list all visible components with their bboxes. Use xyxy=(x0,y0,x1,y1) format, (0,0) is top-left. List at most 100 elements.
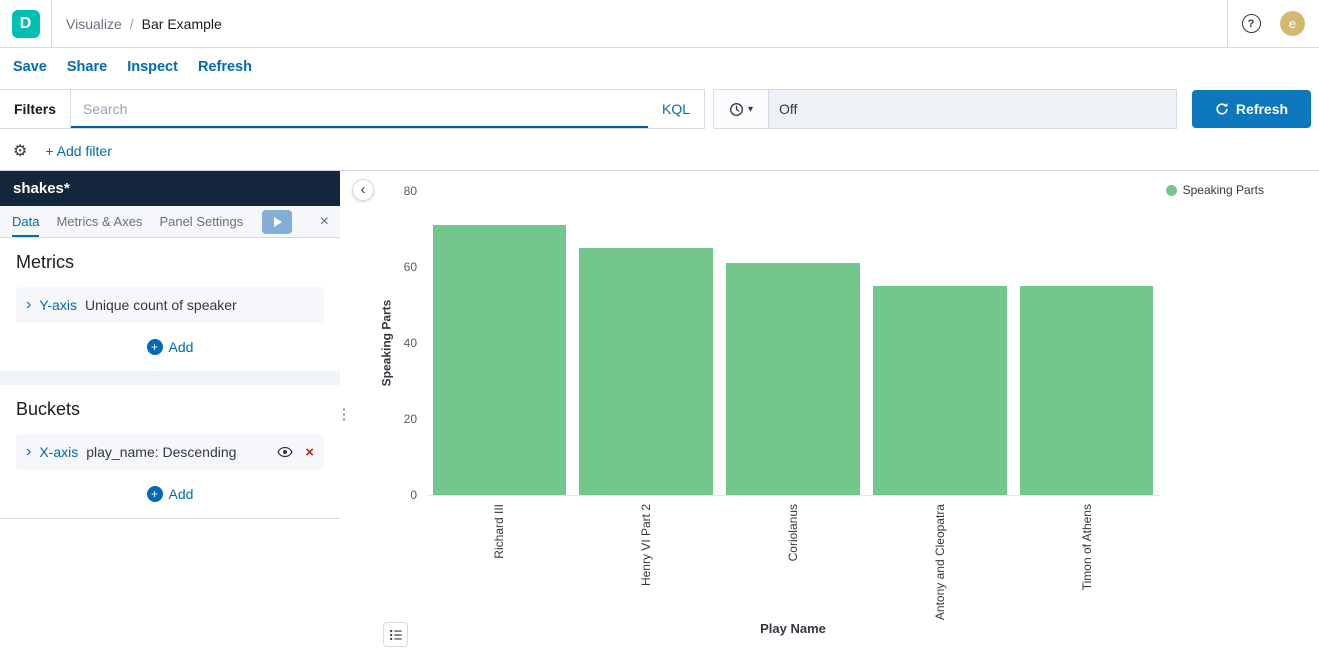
tab-metrics-axes[interactable]: Metrics & Axes xyxy=(56,206,142,237)
clock-icon xyxy=(729,102,744,117)
app-logo-icon: D xyxy=(12,10,40,38)
app-logo-button[interactable]: D xyxy=(0,0,52,47)
add-bucket-label: Add xyxy=(169,486,194,502)
chevron-right-icon: › xyxy=(26,444,31,460)
save-button[interactable]: Save xyxy=(13,59,47,75)
bars xyxy=(426,191,1160,495)
top-header: D Visualize / Bar Example ? e xyxy=(0,0,1319,48)
y-tick-label: 60 xyxy=(404,260,417,274)
plus-circle-icon: + xyxy=(147,486,163,502)
bucket-axis-label: X-axis xyxy=(39,444,78,460)
remove-bucket-icon[interactable]: × xyxy=(305,445,314,460)
app: D Visualize / Bar Example ? e Save Share… xyxy=(0,0,1319,656)
section-gap xyxy=(0,371,340,385)
legend-item-speaking-parts[interactable]: Speaking Parts xyxy=(1166,183,1264,197)
filters-menu-button[interactable]: Filters xyxy=(0,90,71,128)
refresh-button[interactable]: Refresh xyxy=(1192,90,1311,128)
bar-coriolanus[interactable] xyxy=(726,263,860,495)
action-bar: Save Share Inspect Refresh xyxy=(0,48,1319,86)
y-tick-label: 0 xyxy=(410,488,417,502)
refresh-button-label: Refresh xyxy=(1236,101,1288,117)
legend-toggle-button[interactable] xyxy=(383,622,408,647)
breadcrumb-visualize[interactable]: Visualize xyxy=(66,16,122,32)
y-tick-label: 20 xyxy=(404,412,417,426)
x-label-slot: Antony and Cleopatra xyxy=(866,504,1013,620)
index-pattern-header: shakes* xyxy=(0,171,340,206)
bar-antony-and-cleopatra[interactable] xyxy=(873,286,1007,495)
x-axis-labels: Richard III Henry VI Part 2 Coriolanus Anto… xyxy=(426,504,1160,620)
inspect-button[interactable]: Inspect xyxy=(127,59,178,75)
metrics-section: Metrics › Y-axis Unique count of speaker… xyxy=(0,238,340,371)
apply-changes-button[interactable] xyxy=(262,210,292,234)
x-tick-label[interactable]: Henry VI Part 2 xyxy=(639,504,653,586)
plot-area: Speaking Parts 020406080 Richard IIIHenr… xyxy=(426,191,1160,496)
bar-richard-iii[interactable] xyxy=(433,225,567,495)
bar-slot xyxy=(866,191,1013,495)
help-button[interactable]: ? xyxy=(1228,0,1274,47)
metric-description: Unique count of speaker xyxy=(85,297,237,313)
legend-dot xyxy=(1166,185,1177,196)
auto-refresh-field[interactable]: Off xyxy=(769,89,1177,129)
filter-settings-button[interactable]: ⚙ xyxy=(13,141,27,161)
collapse-sidebar-button[interactable]: ‹ xyxy=(352,179,374,201)
bucket-x-axis-row[interactable]: › X-axis play_name: Descending × xyxy=(16,434,324,470)
add-filter-button[interactable]: + Add filter xyxy=(45,143,112,159)
play-icon xyxy=(274,217,282,227)
bucket-row-actions: × xyxy=(277,444,314,460)
bar-slot xyxy=(573,191,720,495)
date-picker: ▾ Off xyxy=(713,89,1177,129)
tab-panel-settings[interactable]: Panel Settings xyxy=(159,206,243,237)
sidebar-resize-handle[interactable]: ⋮ xyxy=(340,171,348,656)
add-bucket-button[interactable]: + Add xyxy=(16,486,324,502)
legend-label: Speaking Parts xyxy=(1183,183,1264,197)
refresh-icon xyxy=(1215,102,1229,116)
bar-slot xyxy=(426,191,573,495)
sidebar-panels: Metrics › Y-axis Unique count of speaker… xyxy=(0,238,340,656)
y-tick-label: 80 xyxy=(404,184,417,198)
share-button[interactable]: Share xyxy=(67,59,107,75)
collapse-left-icon: ‹ xyxy=(361,182,366,197)
x-tick-label[interactable]: Coriolanus xyxy=(786,504,800,561)
y-tick-label: 40 xyxy=(404,336,417,350)
x-tick-label[interactable]: Timon of Athens xyxy=(1080,504,1094,590)
add-metric-label: Add xyxy=(169,339,194,355)
filter-row: ⚙ + Add filter xyxy=(0,132,1319,171)
x-tick-label[interactable]: Richard III xyxy=(492,504,506,559)
metrics-title: Metrics xyxy=(16,252,324,273)
x-label-slot: Coriolanus xyxy=(720,504,867,620)
refresh-link[interactable]: Refresh xyxy=(198,59,252,75)
metric-y-axis-row[interactable]: › Y-axis Unique count of speaker xyxy=(16,287,324,323)
x-axis-title: Play Name xyxy=(426,621,1160,636)
bar-timon-of-athens[interactable] xyxy=(1020,286,1154,495)
bar-slot xyxy=(1013,191,1160,495)
sidebar-tabs: Data Metrics & Axes Panel Settings × xyxy=(0,206,340,238)
buckets-section: Buckets › X-axis play_name: Descending × xyxy=(0,385,340,519)
breadcrumb: Visualize / Bar Example xyxy=(66,16,222,32)
plus-circle-icon: + xyxy=(147,339,163,355)
x-label-slot: Timon of Athens xyxy=(1013,504,1160,620)
gear-icon: ⚙ xyxy=(13,141,27,161)
close-icon[interactable]: × xyxy=(320,214,329,230)
eye-icon[interactable] xyxy=(277,444,293,460)
avatar[interactable]: e xyxy=(1280,11,1305,36)
tab-data[interactable]: Data xyxy=(12,206,39,237)
search-input-wrap xyxy=(71,90,648,128)
chevron-down-icon: ▾ xyxy=(748,104,753,115)
metric-axis-label: Y-axis xyxy=(39,297,77,313)
search-group: Filters KQL xyxy=(0,89,705,129)
x-label-slot: Henry VI Part 2 xyxy=(573,504,720,620)
legend-list-icon xyxy=(389,628,403,642)
search-input[interactable] xyxy=(71,101,648,117)
y-axis-title: Speaking Parts xyxy=(379,300,393,387)
bar-henry-vi-part-2[interactable] xyxy=(579,248,713,495)
x-label-slot: Richard III xyxy=(426,504,573,620)
y-axis-title-wrap: Speaking Parts xyxy=(378,191,394,495)
kql-toggle[interactable]: KQL xyxy=(648,90,704,128)
sidebar: shakes* Data Metrics & Axes Panel Settin… xyxy=(0,171,340,656)
time-picker-button[interactable]: ▾ xyxy=(713,89,769,129)
chart-area: ‹ Speaking Parts Speaking Parts 02040608… xyxy=(348,171,1319,656)
chevron-right-icon: › xyxy=(26,297,31,313)
x-tick-label[interactable]: Antony and Cleopatra xyxy=(933,504,947,620)
breadcrumb-current: Bar Example xyxy=(142,16,222,32)
add-metric-button[interactable]: + Add xyxy=(16,339,324,355)
